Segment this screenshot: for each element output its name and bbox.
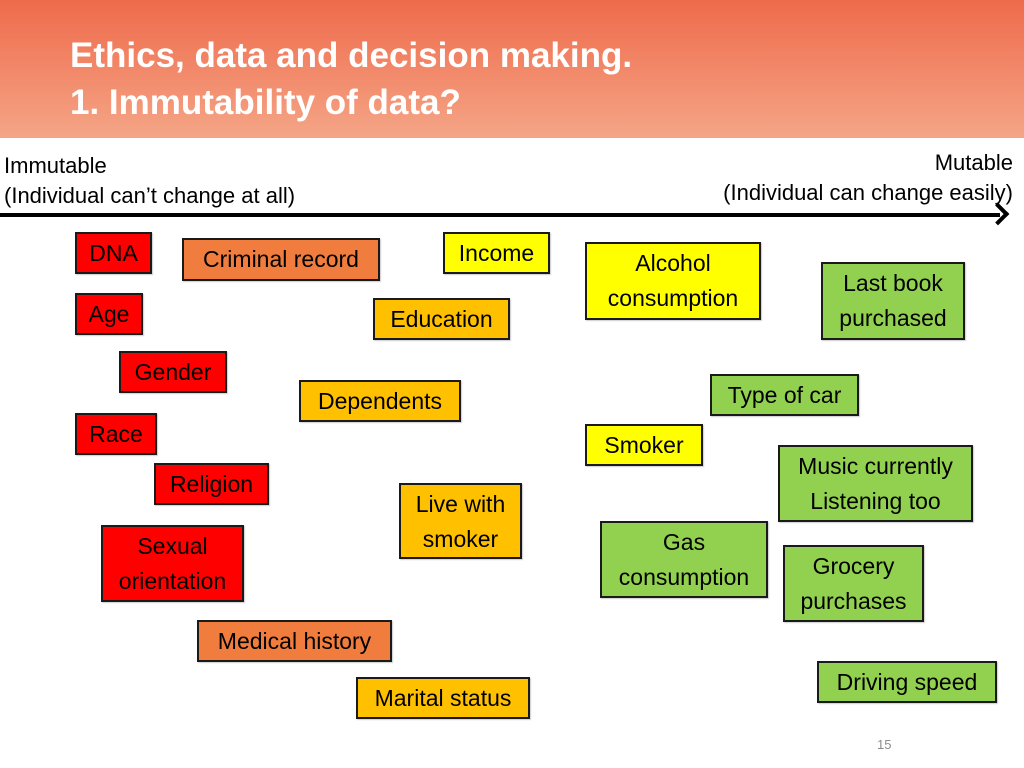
- data-item-smoker: Smoker: [585, 424, 703, 466]
- data-item-gas-consumption: Gas consumption: [600, 521, 768, 598]
- data-item-medical-history: Medical history: [197, 620, 392, 662]
- data-item-religion: Religion: [154, 463, 269, 505]
- immutable-label: Immutable (Individual can’t change at al…: [4, 151, 295, 211]
- mutability-axis-line: [0, 213, 1000, 217]
- data-item-type-of-car: Type of car: [710, 374, 859, 416]
- data-item-label: Type of car: [727, 382, 842, 408]
- data-item-grocery-purchases: Grocery purchases: [783, 545, 924, 622]
- data-item-label: Medical history: [217, 628, 372, 654]
- data-item-label: Marital status: [374, 685, 512, 711]
- data-item-label: Live with smoker: [415, 491, 506, 552]
- title-line-2: 1. Immutability of data?: [70, 83, 461, 122]
- data-item-label: Gas consumption: [618, 529, 750, 590]
- data-item-last-book-purchased: Last book purchased: [821, 262, 965, 340]
- mutable-subtitle: (Individual can change easily): [723, 180, 1013, 205]
- data-item-label: Alcohol consumption: [607, 250, 739, 311]
- data-item-label: Criminal record: [203, 246, 359, 272]
- immutable-subtitle: (Individual can’t change at all): [4, 183, 296, 208]
- data-item-label: Smoker: [604, 432, 684, 458]
- data-item-label: Gender: [134, 359, 212, 385]
- data-item-label: Religion: [169, 471, 254, 497]
- data-item-dependents: Dependents: [299, 380, 461, 422]
- data-item-criminal-record: Criminal record: [182, 238, 380, 281]
- slide-header: Ethics, data and decision making. 1. Imm…: [0, 0, 1024, 138]
- data-item-alcohol-consumption: Alcohol consumption: [585, 242, 761, 320]
- data-item-label: Last book purchased: [839, 270, 947, 331]
- data-item-race: Race: [75, 413, 157, 455]
- mutable-title: Mutable: [934, 150, 1013, 175]
- data-item-age: Age: [75, 293, 143, 335]
- data-item-label: Grocery purchases: [800, 553, 907, 614]
- page-number: 15: [877, 737, 892, 752]
- data-item-music-currently-listening-too: Music currently Listening too: [778, 445, 973, 522]
- slide-title: Ethics, data and decision making. 1. Imm…: [70, 32, 632, 126]
- data-item-income: Income: [443, 232, 550, 274]
- data-item-dna: DNA: [75, 232, 152, 274]
- data-item-gender: Gender: [119, 351, 227, 393]
- data-item-label: Age: [88, 301, 130, 327]
- data-item-label: DNA: [89, 240, 138, 266]
- data-item-sexual-orientation: Sexual orientation: [101, 525, 244, 602]
- data-item-education: Education: [373, 298, 510, 340]
- mutable-label: Mutable (Individual can change easily): [723, 148, 1013, 208]
- data-item-label: Education: [390, 306, 493, 332]
- data-item-label: Sexual orientation: [118, 533, 227, 594]
- data-item-label: Music currently Listening too: [798, 453, 953, 514]
- data-item-label: Dependents: [317, 388, 443, 414]
- data-item-driving-speed: Driving speed: [817, 661, 997, 703]
- immutable-title: Immutable: [4, 153, 107, 178]
- data-item-marital-status: Marital status: [356, 677, 530, 719]
- data-item-label: Income: [458, 240, 535, 266]
- data-item-live-with-smoker: Live with smoker: [399, 483, 522, 559]
- data-item-label: Race: [89, 421, 143, 447]
- title-line-1: Ethics, data and decision making.: [70, 36, 633, 75]
- data-item-label: Driving speed: [836, 669, 978, 695]
